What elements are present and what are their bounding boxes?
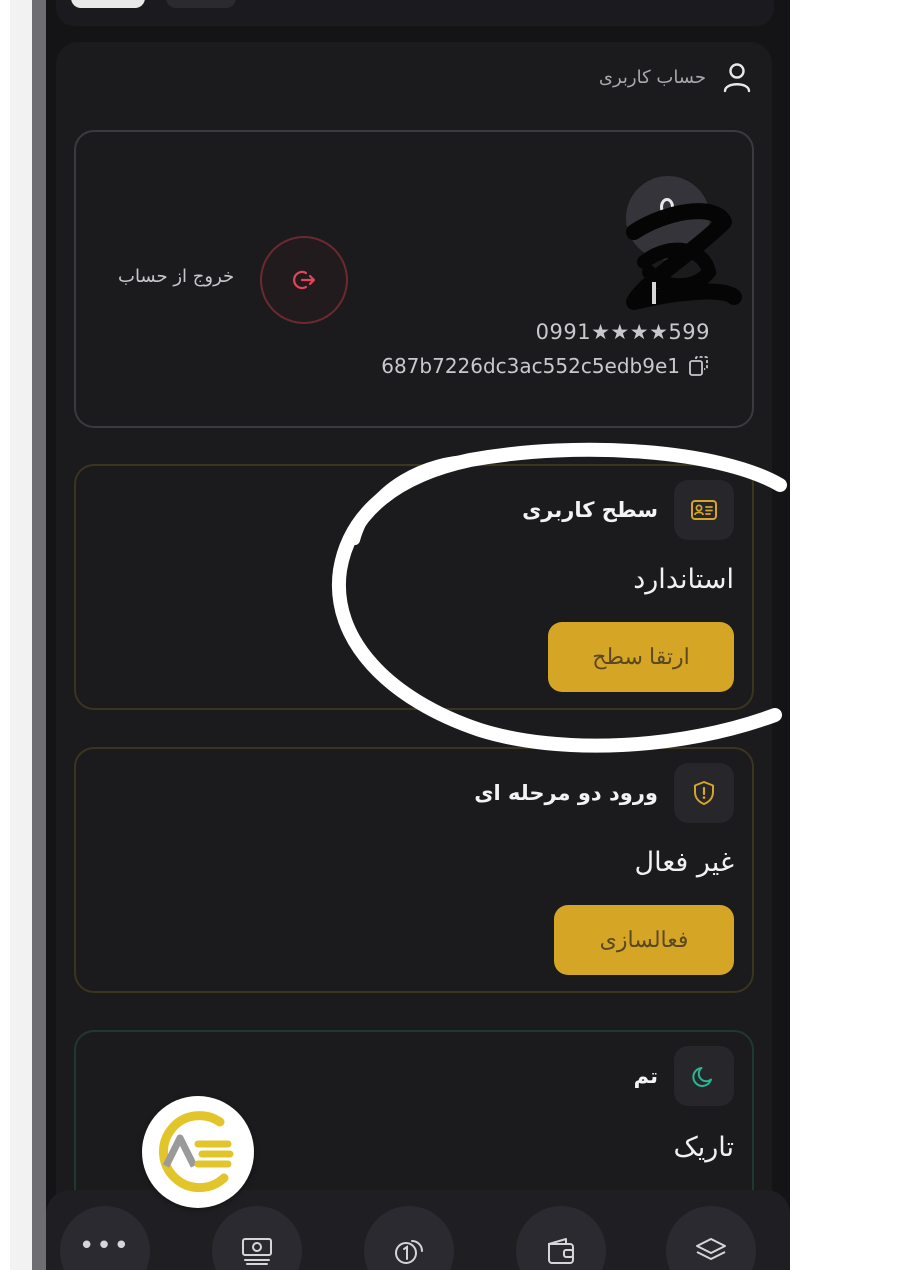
nav-money-button[interactable] (212, 1206, 302, 1270)
card-title: سطح کاربری (522, 498, 658, 522)
id-card-icon (674, 480, 734, 540)
card-title: تم (633, 1064, 658, 1088)
bottom-nav: ••• (46, 1190, 790, 1270)
card-title: ورود دو مرحله ای (474, 781, 658, 805)
money-icon (242, 1238, 272, 1265)
profile-card: 0991★★★★599 687b7226dc3ac552c5edb9e1 خرو… (74, 130, 754, 428)
nav-more-button[interactable]: ••• (60, 1206, 150, 1270)
logout-button[interactable] (260, 236, 348, 324)
user-id: 687b7226dc3ac552c5edb9e1 (381, 354, 680, 378)
user-level-value: استاندارد (633, 564, 734, 595)
page-title: حساب کاربری (598, 66, 706, 88)
user-level-card: سطح کاربری استاندارد ارتقا سطح (74, 464, 754, 710)
nav-wallet-button[interactable] (516, 1206, 606, 1270)
upgrade-level-button[interactable]: ارتقا سطح (548, 622, 734, 692)
card-header: سطح کاربری (522, 480, 734, 540)
brand-logo-button[interactable] (142, 1096, 254, 1208)
shield-alert-icon (674, 763, 734, 823)
moon-icon (674, 1046, 734, 1106)
top-nav (56, 0, 774, 26)
top-tab-active[interactable] (71, 0, 145, 8)
two-factor-status: غیر فعال (634, 847, 734, 878)
two-factor-card: ورود دو مرحله ای غیر فعال فعالسازی (74, 747, 754, 993)
person-icon (720, 60, 754, 94)
logout-label[interactable]: خروج از حساب (118, 266, 234, 287)
panel-header: حساب کاربری (599, 60, 754, 94)
layers-icon (696, 1238, 726, 1260)
account-panel: حساب کاربری 0991★★★★599 687b7226dc3ac552… (56, 42, 772, 1270)
theme-value[interactable]: تاریک (674, 1132, 734, 1163)
more-icon: ••• (78, 1231, 131, 1261)
wallet-icon (548, 1238, 574, 1264)
phone-number: 0991★★★★599 (535, 320, 710, 344)
activate-button[interactable]: فعالسازی (554, 905, 734, 975)
card-header: ورود دو مرحله ای (474, 763, 734, 823)
user-id-row[interactable]: 687b7226dc3ac552c5edb9e1 (381, 354, 710, 378)
redaction-scribble (626, 203, 742, 310)
app-screen: حساب کاربری 0991★★★★599 687b7226dc3ac552… (46, 0, 790, 1270)
username-fragment (652, 282, 656, 304)
nav-layers-button[interactable] (666, 1206, 756, 1270)
top-tab[interactable] (166, 0, 236, 8)
copy-icon[interactable] (688, 355, 710, 377)
nav-coin-button[interactable] (364, 1206, 454, 1270)
device-frame: حساب کاربری 0991★★★★599 687b7226dc3ac552… (10, 0, 790, 1270)
card-header: تم (634, 1046, 734, 1106)
scrollbar-track (32, 0, 46, 1270)
brand-logo-icon (159, 1111, 234, 1193)
coin-icon (395, 1240, 423, 1264)
logout-icon (293, 270, 316, 290)
